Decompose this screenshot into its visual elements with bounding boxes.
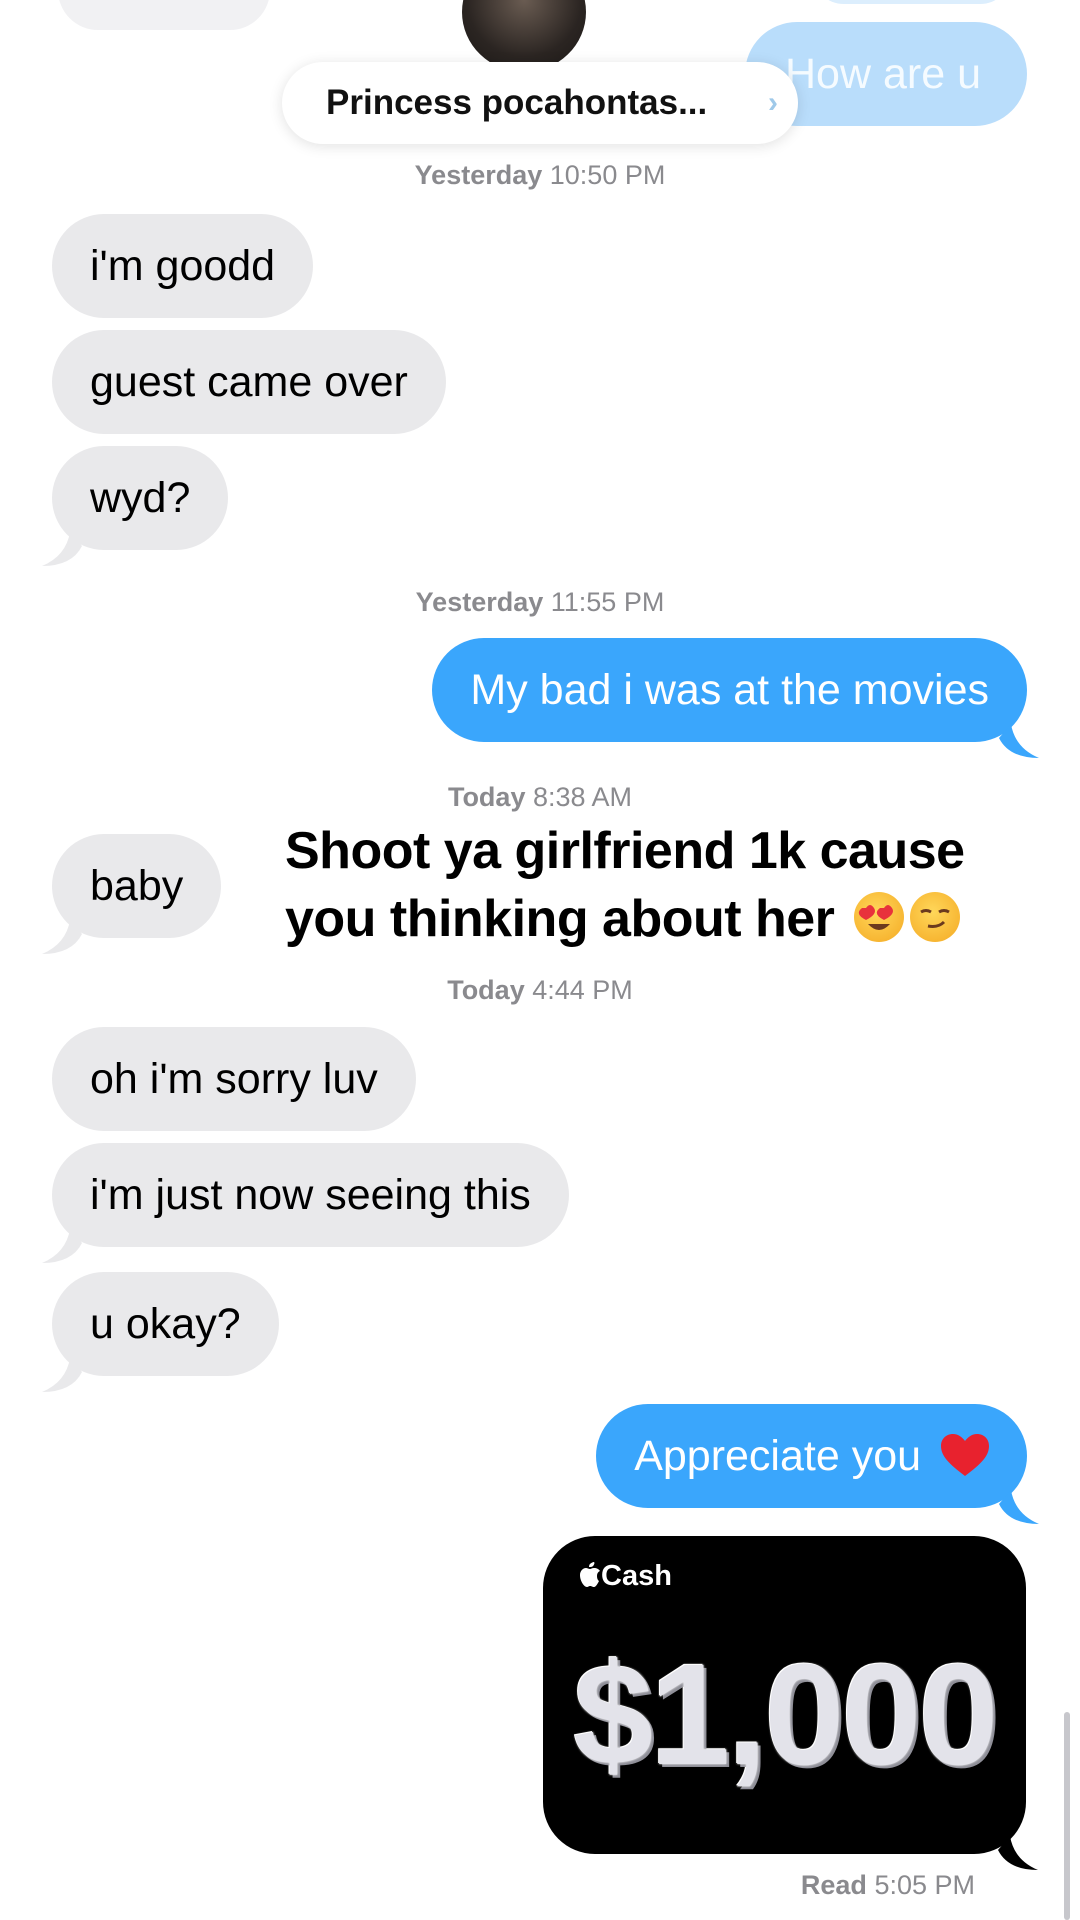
incoming-message[interactable]: i'm just now seeing this bbox=[42, 1143, 569, 1263]
bubble-tail bbox=[42, 1229, 82, 1263]
bubble-tail bbox=[42, 1358, 82, 1392]
incoming-message[interactable]: guest came over bbox=[52, 330, 446, 434]
apple-cash-brand: Cash bbox=[579, 1560, 672, 1593]
outgoing-message[interactable]: My bad i was at the movies bbox=[432, 638, 1039, 758]
chevron-right-icon: › bbox=[768, 86, 778, 119]
timestamp: Yesterday 11:55 PM bbox=[415, 587, 665, 617]
contact-name: Princess pocahontas... bbox=[326, 83, 708, 122]
incoming-message[interactable]: baby bbox=[42, 834, 222, 954]
scrollbar[interactable] bbox=[1064, 1712, 1070, 1920]
incoming-message[interactable]: oh i'm sorry luv bbox=[52, 1027, 416, 1131]
timestamp: Today 4:44 PM bbox=[447, 975, 633, 1005]
partial-incoming-bubble bbox=[58, 0, 270, 30]
incoming-message[interactable]: wyd? bbox=[42, 446, 229, 566]
caption-overlay: Shoot ya girlfriend 1k cause you thinkin… bbox=[285, 817, 1005, 953]
bubble-tail bbox=[42, 532, 82, 566]
caption-line-1: Shoot ya girlfriend 1k cause bbox=[285, 822, 965, 880]
incoming-message[interactable]: u okay? bbox=[42, 1272, 279, 1392]
partial-outgoing-bubble bbox=[812, 0, 1012, 4]
bubble-tail bbox=[999, 1490, 1039, 1524]
incoming-message[interactable]: i'm goodd bbox=[52, 214, 314, 318]
apple-logo-icon bbox=[580, 1562, 600, 1587]
outgoing-message[interactable]: Appreciate you bbox=[596, 1404, 1039, 1524]
bubble-tail bbox=[42, 920, 82, 954]
message-text: How are u bbox=[785, 50, 981, 98]
timestamp: Yesterday 10:50 PM bbox=[414, 160, 666, 190]
smirk-emoji-icon bbox=[910, 892, 961, 942]
apple-cash-card[interactable]: Cash $1,000 bbox=[543, 1536, 1038, 1870]
contact-header-pill[interactable]: Princess pocahontas... › bbox=[282, 62, 798, 144]
read-receipt: Read 5:05 PM bbox=[800, 1870, 975, 1900]
red-heart-icon bbox=[941, 1434, 989, 1476]
cash-amount: $1,000 bbox=[573, 1634, 998, 1795]
caption-line-2: you thinking about her bbox=[285, 885, 1005, 953]
bubble-tail bbox=[998, 1836, 1038, 1870]
bubble-tail bbox=[999, 724, 1039, 758]
heart-eyes-emoji-icon bbox=[854, 892, 905, 942]
timestamp: Today 8:38 AM bbox=[447, 782, 633, 812]
